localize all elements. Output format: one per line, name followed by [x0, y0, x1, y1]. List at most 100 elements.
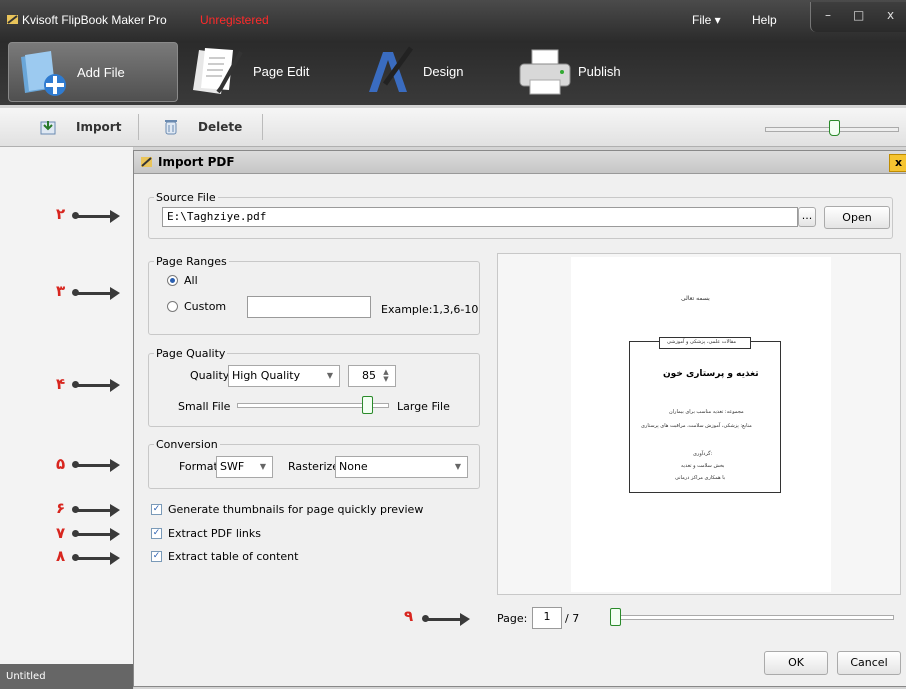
- annotation-label: ۲: [56, 205, 66, 223]
- import-button[interactable]: Import: [40, 114, 121, 140]
- doc-text: گردآوری:: [693, 451, 713, 457]
- quality-label: Quality: [190, 369, 230, 382]
- group-legend: Page Ranges: [156, 255, 227, 268]
- doc-frame: [629, 341, 781, 493]
- page-quality-group: Page Quality: [148, 347, 480, 427]
- page-ranges-group: Page Ranges: [148, 255, 480, 335]
- app-logo-icon: [141, 157, 152, 167]
- group-legend: Source File: [156, 191, 216, 204]
- tab-label: Add File: [77, 64, 125, 80]
- import-label: Import: [76, 120, 122, 134]
- doc-text: بخش سلامت و تغذیه: [681, 463, 725, 469]
- cancel-button[interactable]: Cancel: [837, 651, 901, 675]
- large-file-label: Large File: [397, 400, 450, 413]
- rasterize-value: None: [339, 460, 368, 473]
- help-menu[interactable]: Help: [752, 13, 777, 27]
- thumbnails-checkbox[interactable]: ✓: [151, 504, 162, 515]
- spin-arrows-icon[interactable]: ▲ ▼: [379, 369, 393, 383]
- source-path-input[interactable]: E:\Taghziye.pdf: [162, 207, 798, 227]
- page-total: / 7: [565, 612, 580, 625]
- status-bar: Untitled: [0, 664, 133, 689]
- dialog-title: Import PDF: [158, 155, 235, 169]
- page-list-panel: [0, 147, 134, 689]
- ok-button[interactable]: OK: [764, 651, 828, 675]
- open-button[interactable]: Open: [824, 206, 890, 229]
- browse-button[interactable]: ...: [798, 207, 816, 227]
- annotation-label: ۳: [56, 282, 66, 300]
- arrow-icon: [72, 504, 120, 517]
- small-file-label: Small File: [178, 400, 231, 413]
- format-label: Format: [179, 460, 218, 473]
- project-name: Untitled: [6, 671, 46, 682]
- app-logo-icon: [7, 15, 18, 24]
- extract-links-label: Extract PDF links: [168, 527, 262, 540]
- arrow-icon: [72, 459, 120, 472]
- page-number-input[interactable]: 1: [532, 607, 562, 629]
- tab-publish[interactable]: Publish: [510, 42, 650, 100]
- minimize-button[interactable]: –: [825, 8, 831, 22]
- quality-select[interactable]: High Quality ▼: [228, 365, 340, 387]
- doc-headline: تغذیه و پرستاری خون: [663, 369, 759, 379]
- doc-text: منابع: پزشکی، آموزش سلامت، مراقبت های پر…: [641, 423, 752, 429]
- annotation-label: ۵: [56, 455, 66, 473]
- printer-icon: [519, 49, 571, 95]
- custom-range-input[interactable]: [247, 296, 371, 318]
- pdf-page-preview: بسمه تعالی مقالات علمی، پزشکی و آموزشی ت…: [571, 257, 831, 592]
- custom-range-radio[interactable]: [167, 301, 178, 312]
- quality-slider-thumb[interactable]: [362, 396, 373, 414]
- tab-design[interactable]: Design: [355, 42, 495, 100]
- title-bar: Kvisoft FlipBook Maker Pro Unregistered …: [0, 0, 906, 105]
- trash-icon: [165, 120, 177, 135]
- tab-label: Design: [423, 63, 464, 79]
- arrow-icon: [72, 528, 120, 541]
- thumbnails-label: Generate thumbnails for page quickly pre…: [168, 503, 424, 516]
- doc-text: مقالات علمی، پزشکی و آموزشی: [667, 339, 737, 345]
- chevron-down-icon: ▼: [454, 462, 462, 471]
- app-title: Kvisoft FlipBook Maker Pro: [22, 13, 167, 27]
- quality-value: High Quality: [232, 369, 301, 382]
- all-pages-radio[interactable]: [167, 275, 178, 286]
- file-menu[interactable]: File ▾: [692, 13, 721, 27]
- tab-add-file[interactable]: Add File: [8, 42, 178, 102]
- dialog-close-button[interactable]: x: [889, 154, 906, 172]
- extract-links-checkbox[interactable]: ✓: [151, 528, 162, 539]
- arrow-icon: [422, 613, 470, 626]
- quality-number-stepper[interactable]: 85 ▲ ▼: [348, 365, 396, 387]
- arrow-icon: [72, 552, 120, 565]
- page-slider-thumb[interactable]: [610, 608, 621, 626]
- all-label: All: [184, 274, 198, 287]
- custom-label: Custom: [184, 300, 227, 313]
- annotation-label: ۸: [56, 547, 66, 565]
- zoom-slider-thumb[interactable]: [829, 120, 840, 136]
- group-legend: Conversion: [156, 438, 218, 451]
- arrow-icon: [72, 287, 120, 300]
- doc-text: بسمه تعالی: [681, 295, 710, 302]
- add-file-icon: [21, 51, 66, 96]
- extract-toc-label: Extract table of content: [168, 550, 299, 563]
- toolbar-divider: [138, 114, 139, 140]
- page-slider-track[interactable]: [612, 615, 894, 620]
- toolbar-divider: [262, 114, 263, 140]
- registration-status: Unregistered: [200, 13, 269, 27]
- maximize-button[interactable]: □: [853, 8, 864, 22]
- design-icon: [369, 46, 414, 92]
- chevron-down-icon: ▼: [326, 371, 334, 380]
- tab-page-edit[interactable]: Page Edit: [185, 42, 335, 100]
- format-select[interactable]: SWF ▼: [216, 456, 273, 478]
- rasterize-label: Rasterize: [288, 460, 340, 473]
- tab-label: Publish: [578, 63, 621, 79]
- rasterize-select[interactable]: None ▼: [335, 456, 468, 478]
- close-button[interactable]: x: [887, 8, 894, 22]
- doc-text: مجموعه: تغذیه مناسب برای بیماران: [669, 409, 744, 415]
- tab-label: Page Edit: [253, 63, 310, 79]
- import-icon: [40, 121, 56, 135]
- range-example: Example:1,3,6-10: [381, 303, 479, 316]
- dialog-title-bar: Import PDF x: [134, 151, 906, 174]
- delete-button[interactable]: Delete: [164, 114, 242, 140]
- annotation-label: ۹: [404, 607, 414, 625]
- group-legend: Page Quality: [156, 347, 226, 360]
- pdf-preview-panel: بسمه تعالی مقالات علمی، پزشکی و آموزشی ت…: [497, 253, 901, 595]
- extract-toc-checkbox[interactable]: ✓: [151, 551, 162, 562]
- format-value: SWF: [220, 460, 245, 473]
- annotation-label: ۶: [56, 499, 66, 517]
